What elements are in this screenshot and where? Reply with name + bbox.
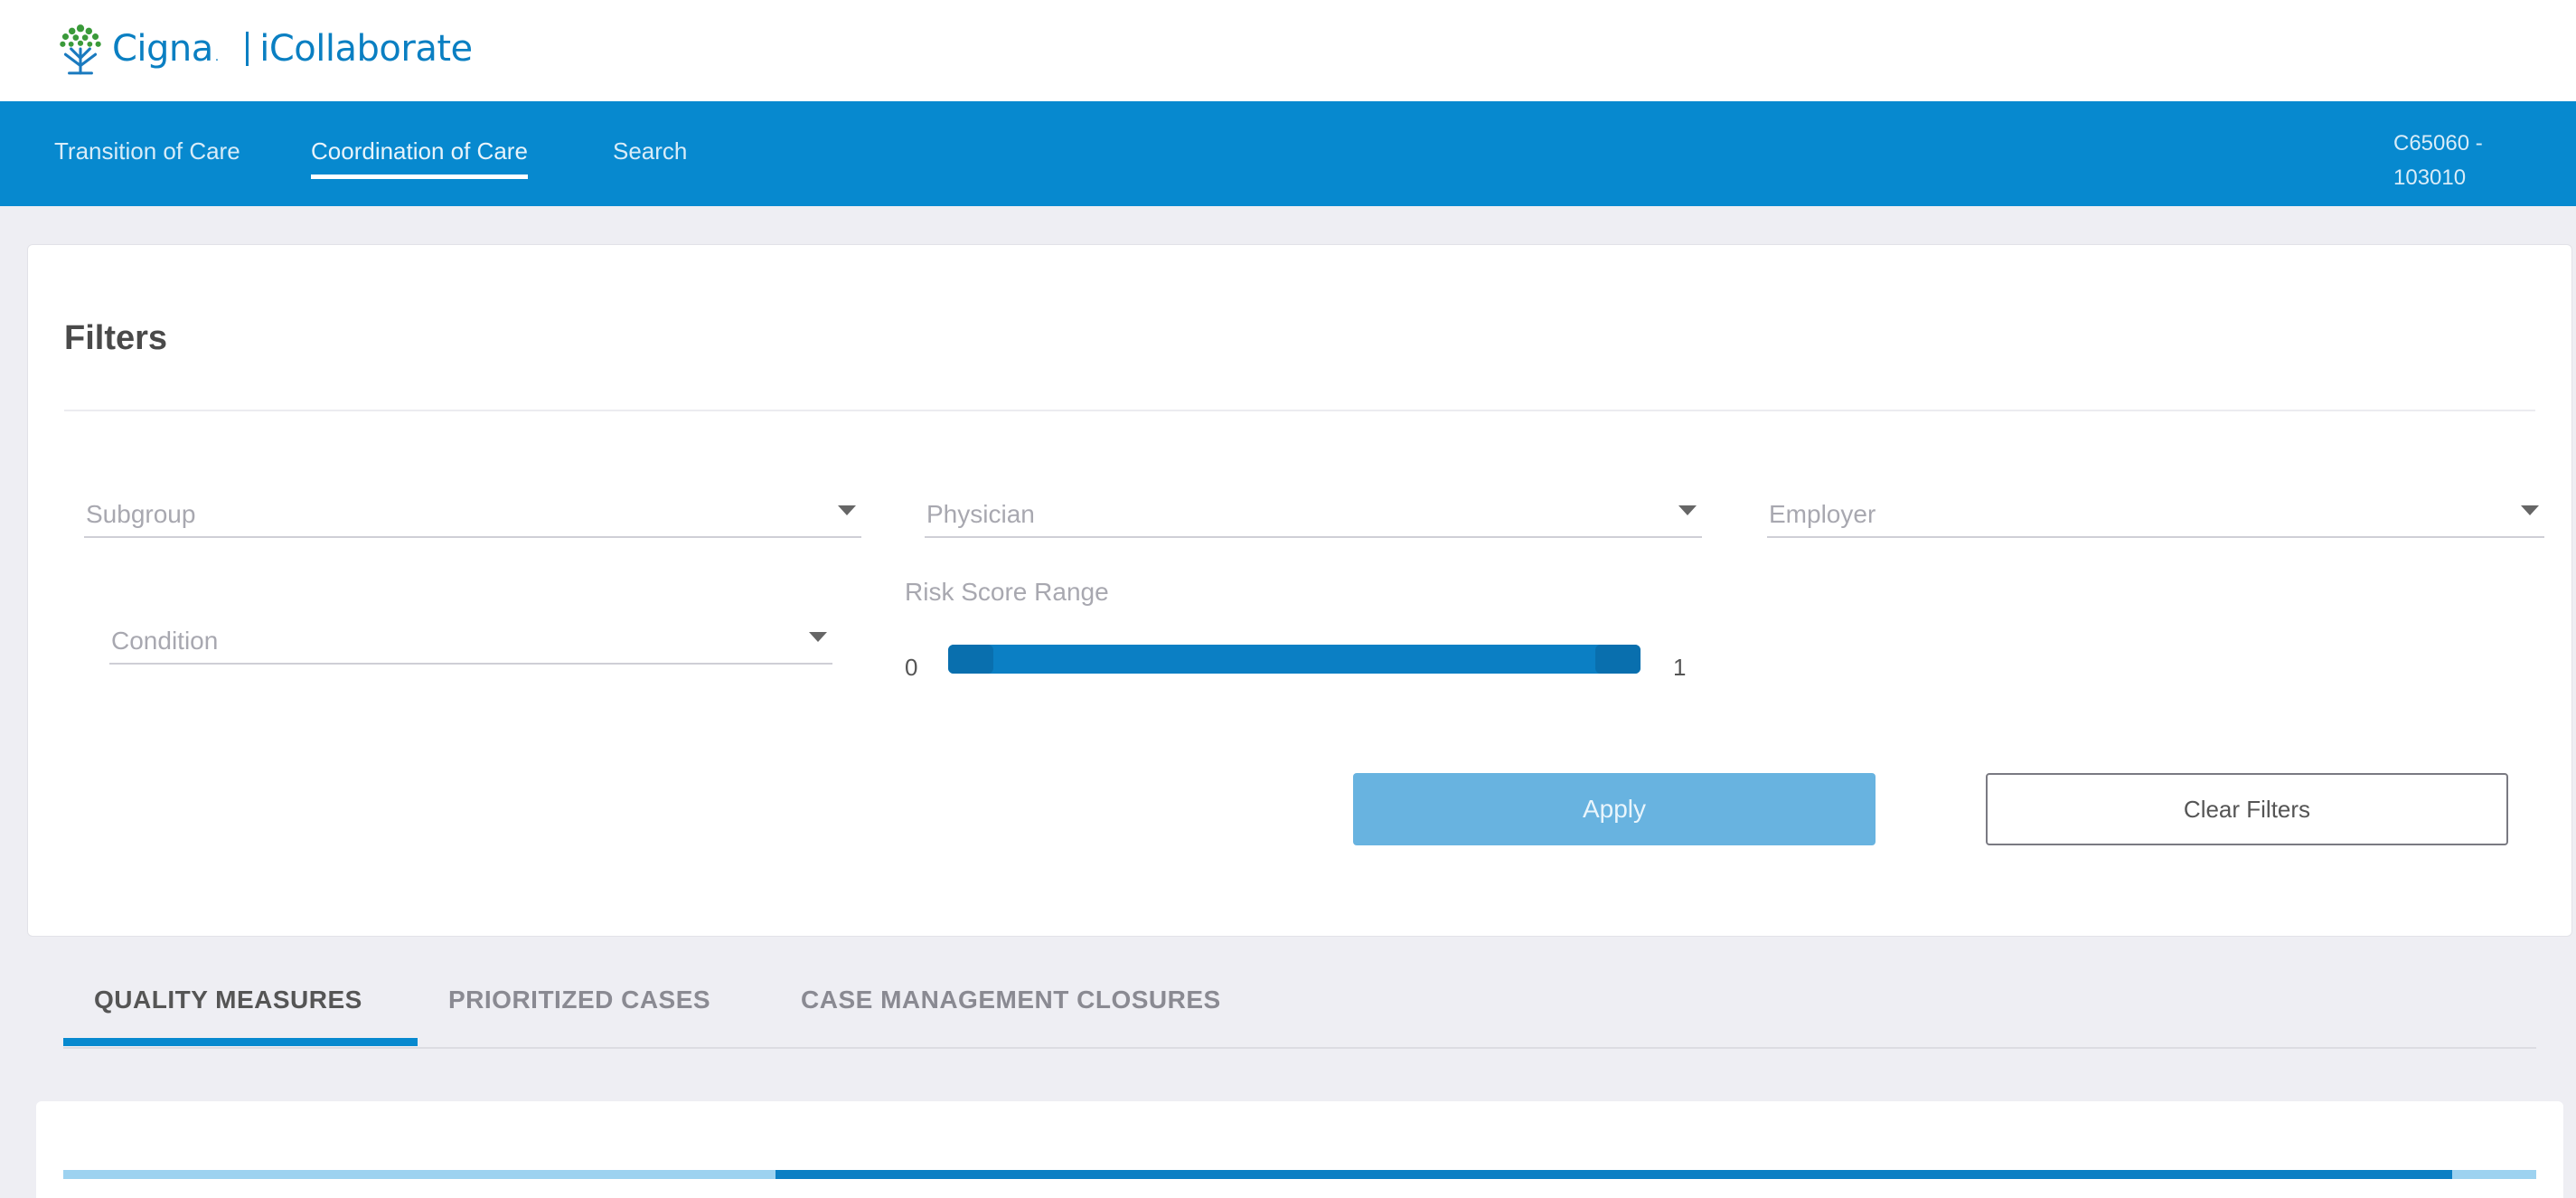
cigna-logo[interactable]: Cigna . iCollaborate [52,20,473,78]
brand-mark: . [214,49,220,64]
risk-score-slider[interactable] [948,645,1641,674]
loading-bar [63,1170,2536,1179]
filters-divider [64,410,2535,411]
clear-filters-button[interactable]: Clear Filters [1986,773,2508,845]
filters-panel: Filters Subgroup Physician Employer Cond… [27,244,2572,937]
tab-prioritized-cases[interactable]: PRIORITIZED CASES [448,986,710,1014]
employer-select[interactable]: Employer [1767,487,2544,538]
tab-quality-measures[interactable]: QUALITY MEASURES [94,986,362,1014]
slider-handle-min[interactable] [948,645,993,674]
user-info[interactable]: C65060 - 103010 [2393,127,2502,195]
chevron-down-icon [2521,505,2539,515]
report-tabs: QUALITY MEASURES PRIORITIZED CASES CASE … [63,967,2536,1049]
filters-title: Filters [64,319,168,357]
slider-handle-max[interactable] [1595,645,1641,674]
content-panel [36,1101,2563,1198]
apply-button[interactable]: Apply [1353,773,1876,845]
tab-case-management-closures[interactable]: CASE MANAGEMENT CLOSURES [801,986,1221,1014]
app-name: iCollaborate [259,28,473,70]
user-id-line1: C65060 - [2393,131,2483,156]
nav-search[interactable]: Search [613,137,687,175]
condition-placeholder: Condition [111,627,219,655]
subgroup-select[interactable]: Subgroup [84,487,861,538]
nav-coordination-of-care[interactable]: Coordination of Care [311,137,528,179]
main-nav: Transition of Care Coordination of Care … [0,101,2576,206]
nav-transition-of-care[interactable]: Transition of Care [54,137,240,175]
subgroup-placeholder: Subgroup [86,500,196,528]
chevron-down-icon [1678,505,1697,515]
employer-placeholder: Employer [1769,500,1876,528]
chevron-down-icon [838,505,856,515]
risk-score-max: 1 [1673,654,1687,681]
physician-placeholder: Physician [926,500,1035,528]
user-id-line2: 103010 [2393,165,2467,190]
condition-select[interactable]: Condition [109,614,832,665]
active-tab-indicator [63,1038,418,1046]
brand-separator [246,32,249,66]
physician-select[interactable]: Physician [925,487,1702,538]
app-header: Cigna . iCollaborate [0,0,2576,101]
loading-bar-fill [775,1170,2452,1179]
cigna-tree-icon [60,24,101,75]
chevron-down-icon [809,632,827,642]
risk-score-min: 0 [905,654,918,681]
risk-score-label: Risk Score Range [905,578,1109,606]
brand-name: Cigna [112,28,213,70]
